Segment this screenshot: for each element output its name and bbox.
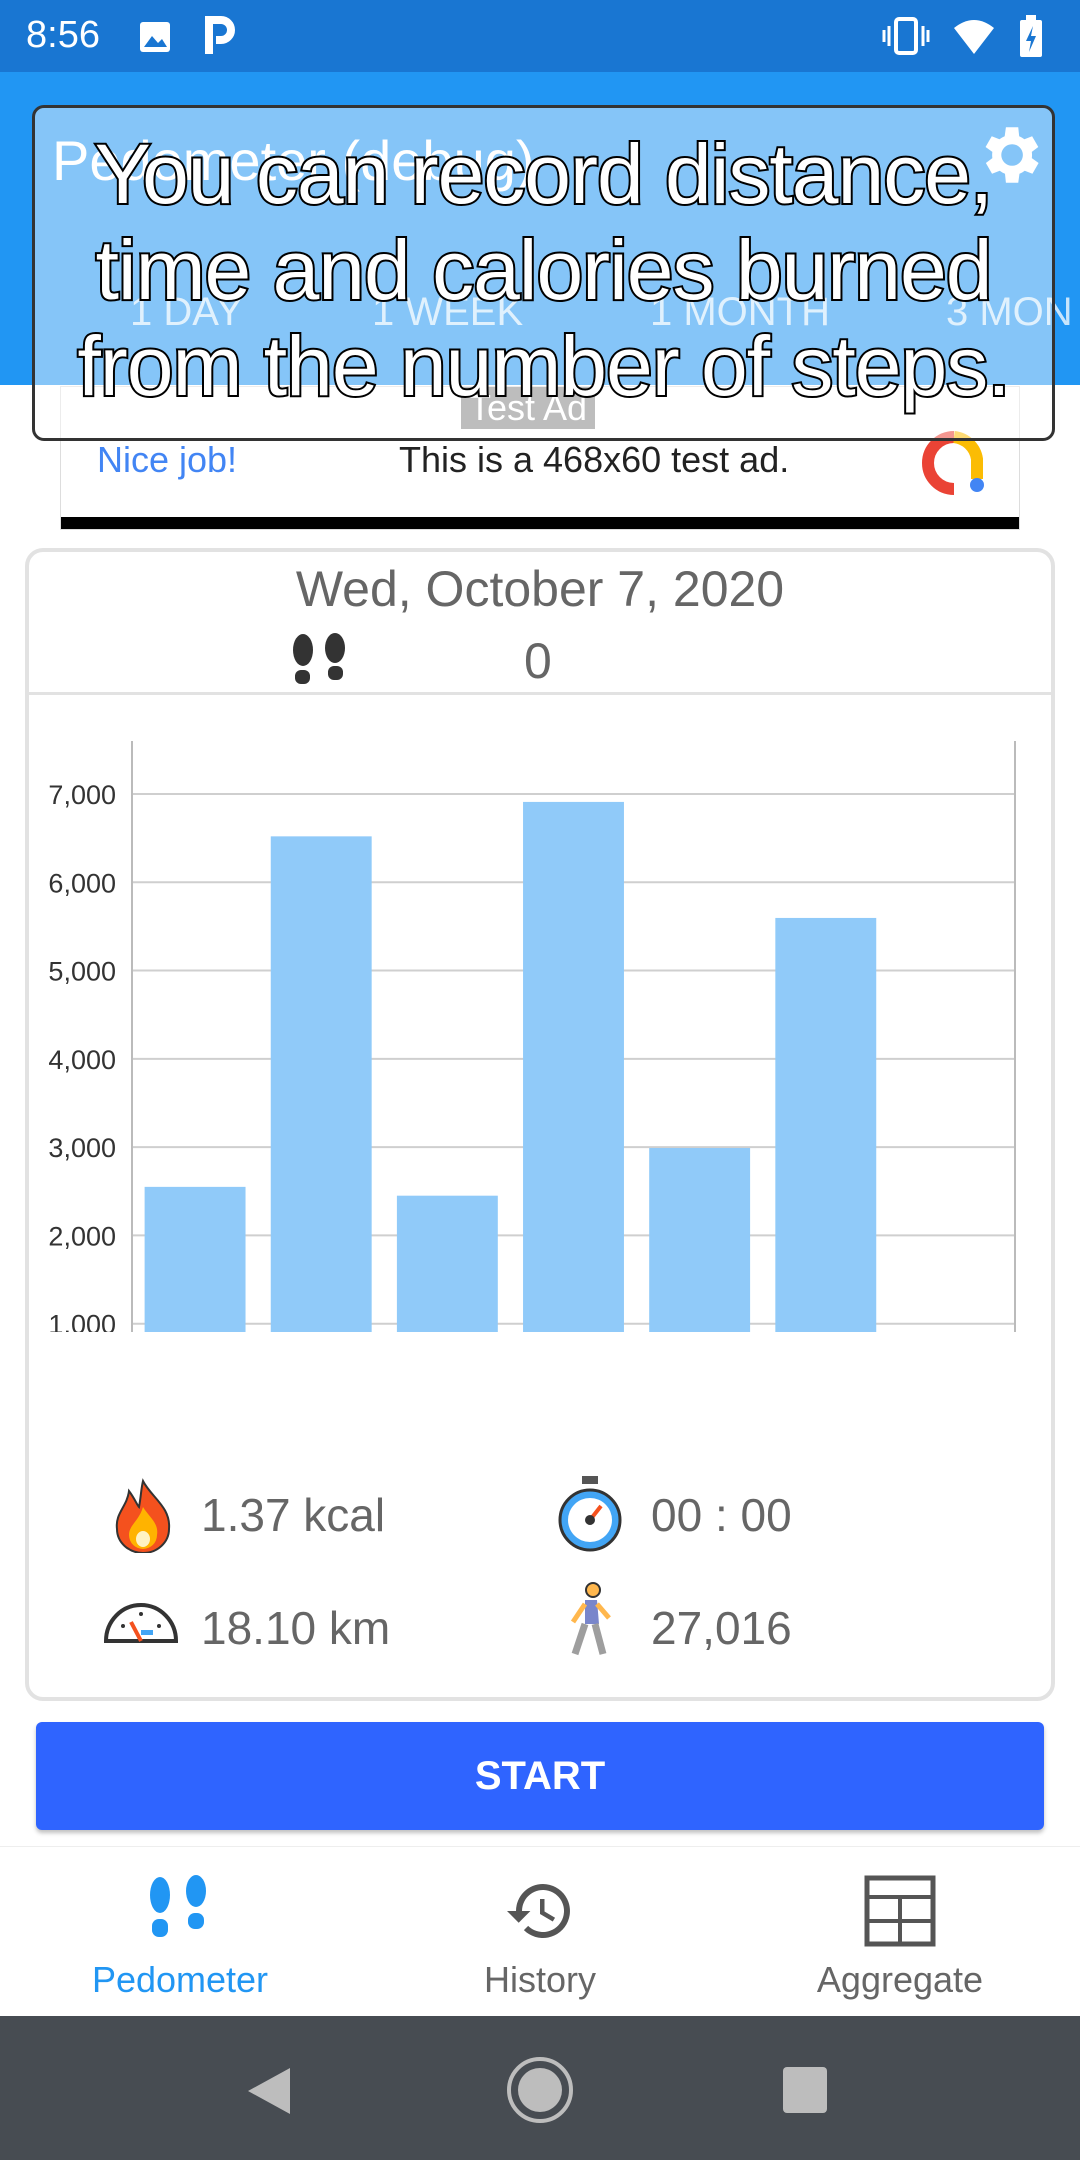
image-notification-icon	[140, 22, 170, 52]
vibrate-icon	[882, 17, 930, 55]
fire-icon	[115, 1478, 171, 1553]
p-notification-icon	[205, 16, 235, 54]
start-button[interactable]: START	[36, 1722, 1044, 1830]
y-tick-label: 7,000	[48, 780, 116, 810]
history-icon	[507, 1884, 570, 1938]
tutorial-overlay[interactable]: You can record distance, time and calori…	[32, 105, 1055, 441]
steps-bar-chart: 01,0002,0003,0004,0005,0006,0007,00010/1…	[48, 741, 1016, 1332]
ad-bottom-bar	[61, 517, 1019, 529]
y-tick-label: 2,000	[48, 1221, 116, 1251]
nav-history[interactable]: History	[360, 1847, 720, 2017]
speedometer-icon	[103, 1603, 179, 1643]
walking-person-icon	[570, 1582, 611, 1656]
overlay-line: You can record distance,	[93, 125, 996, 223]
y-tick-label: 4,000	[48, 1045, 116, 1075]
bar-10-5	[649, 1148, 751, 1332]
ad-description: This is a 468x60 test ad.	[399, 439, 790, 480]
nav-aggregate[interactable]: Aggregate	[720, 1847, 1080, 2017]
summary-card: Wed, October 7, 2020 0 01,0002,0003,0004…	[25, 548, 1055, 1701]
overlay-line: from the number of steps.	[75, 317, 1012, 415]
overlay-line: time and calories burned	[94, 221, 995, 319]
back-icon[interactable]	[246, 2066, 292, 2116]
ad-headline: Nice job!	[97, 439, 238, 480]
recents-icon[interactable]	[782, 2066, 828, 2114]
y-tick-label: 1,000	[48, 1310, 116, 1332]
y-tick-label: 3,000	[48, 1133, 116, 1163]
distance-value: 18.10 km	[201, 1602, 391, 1654]
y-tick-label: 6,000	[48, 868, 116, 898]
battery-charging-icon	[1020, 15, 1042, 57]
bar-10-3	[396, 1195, 498, 1332]
bottom-navigation: Pedometer History Aggregate	[0, 1846, 1080, 2016]
home-icon[interactable]	[506, 2056, 574, 2124]
y-tick-label: 5,000	[48, 957, 116, 987]
bar-10-6	[775, 917, 877, 1332]
bar-10-1	[144, 1186, 246, 1332]
table-icon	[864, 1875, 936, 1947]
nav-pedometer[interactable]: Pedometer	[0, 1847, 360, 2017]
nav-label: Pedometer	[91, 1959, 269, 2000]
wifi-icon	[954, 20, 994, 54]
bar-10-2	[270, 836, 372, 1332]
nav-label: Aggregate	[816, 1959, 984, 2000]
time-value: 00 : 00	[651, 1489, 792, 1541]
nav-label: History	[483, 1959, 596, 2000]
status-time: 8:56	[26, 14, 100, 56]
calories-value: 1.37 kcal	[201, 1489, 386, 1541]
footprints-icon	[150, 1875, 206, 1937]
system-navigation-bar	[0, 2016, 1080, 2160]
total-steps-value: 27,016	[651, 1602, 792, 1654]
stopwatch-icon	[558, 1476, 622, 1552]
status-bar: 8:56	[0, 0, 1080, 72]
bar-10-4	[523, 801, 624, 1332]
